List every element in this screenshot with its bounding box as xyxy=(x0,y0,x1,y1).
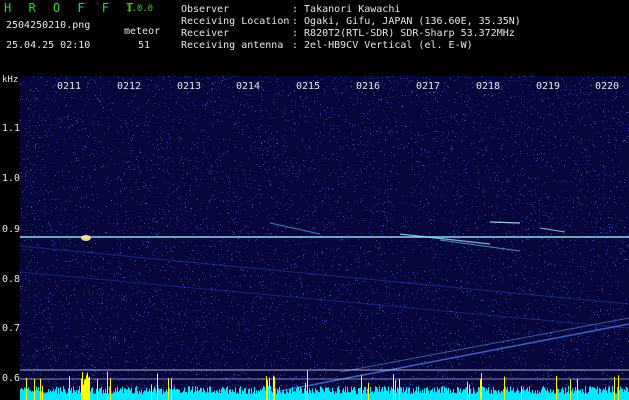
file-name: 2504250210.png xyxy=(6,20,91,31)
meteor-echo xyxy=(81,235,91,241)
signal-trace xyxy=(339,317,629,373)
y-tick-1.0: 1.0 xyxy=(2,173,21,184)
x-tick-0214: 0214 xyxy=(236,81,261,92)
y-tick-0.7: 0.7 xyxy=(2,323,21,334)
x-tick-0220: 0220 xyxy=(595,81,620,92)
y-tick-0.6: 0.6 xyxy=(2,373,21,384)
observer-value: : Takanori Kawachi xyxy=(292,4,401,15)
x-tick-0212: 0212 xyxy=(117,81,142,92)
noise-texture xyxy=(20,76,629,400)
app-title: H R O F F T xyxy=(4,1,139,15)
app-version: 1.0.0 xyxy=(126,4,154,14)
signal-trace xyxy=(489,221,521,224)
signal-trace xyxy=(539,227,566,233)
x-tick-0218: 0218 xyxy=(476,81,501,92)
x-tick-0216: 0216 xyxy=(356,81,381,92)
x-tick-0215: 0215 xyxy=(296,81,321,92)
y-tick-0.8: 0.8 xyxy=(2,274,21,285)
signal-level-bars xyxy=(20,370,629,400)
spectrogram-canvas xyxy=(20,76,629,400)
antenna-value: : 2el-HB9CV Vertical (el. E-W) xyxy=(292,40,473,51)
location-key: Receiving Location xyxy=(181,16,290,27)
receiver-key: Receiver xyxy=(181,28,230,39)
x-tick-0213: 0213 xyxy=(177,81,202,92)
observer-key: Observer xyxy=(181,4,230,15)
meteor-label: meteor xyxy=(124,26,161,37)
signal-trace xyxy=(20,271,629,329)
spectrogram-window: H R O F F T 1.0.0 2504250210.png 25.04.2… xyxy=(0,0,629,400)
location-value: : Ogaki, Gifu, JAPAN (136.60E, 35.35N) xyxy=(292,16,521,27)
y-tick-1.1: 1.1 xyxy=(2,123,21,134)
date-time: 25.04.25 02:10 xyxy=(6,40,91,51)
antenna-key: Receiving antenna xyxy=(181,40,284,51)
signal-trace xyxy=(279,323,629,392)
receiver-value: : R820T2(RTL-SDR) SDR-Sharp 53.372MHz xyxy=(292,28,515,39)
signal-trace xyxy=(399,233,491,245)
y-tick-0.9: 0.9 xyxy=(2,224,21,235)
x-tick-0211: 0211 xyxy=(57,81,82,92)
spectrogram-plot xyxy=(20,76,629,400)
signal-trace xyxy=(20,245,629,305)
axis-unit-label: kHz xyxy=(2,75,19,85)
x-tick-0219: 0219 xyxy=(536,81,561,92)
meteor-count: 51 xyxy=(138,40,151,51)
x-tick-0217: 0217 xyxy=(416,81,441,92)
